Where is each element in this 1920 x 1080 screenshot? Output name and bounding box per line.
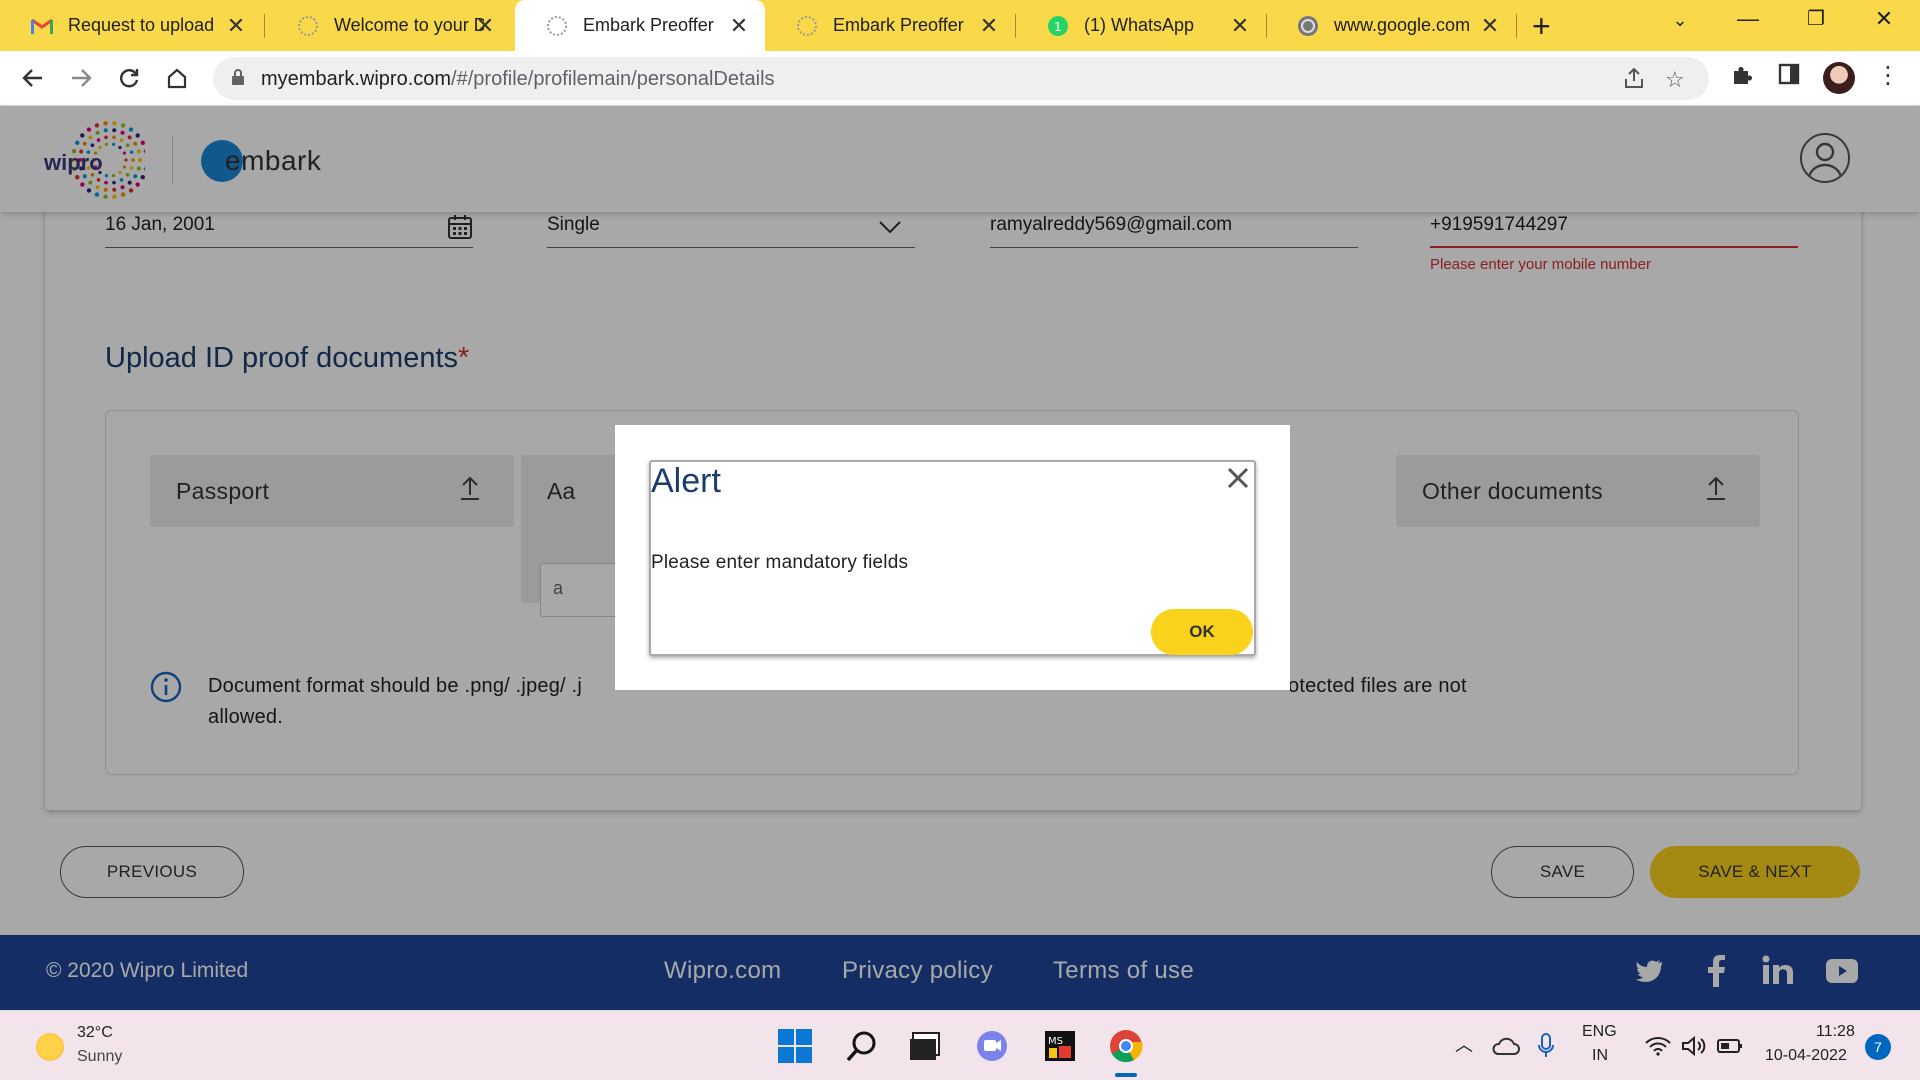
ok-button[interactable]: OK <box>1151 609 1253 655</box>
close-tab-icon[interactable]: ✕ <box>1478 13 1502 39</box>
weather-description[interactable]: Sunny <box>77 1048 122 1066</box>
browser-tab-bar: Request to upload ✕ Welcome to your D ✕ … <box>0 0 1920 51</box>
browser-toolbar: myembark.wipro.com/#/profile/profilemain… <box>0 51 1920 106</box>
svg-text:1: 1 <box>1054 20 1062 34</box>
share-icon[interactable] <box>1623 67 1645 95</box>
search-icon[interactable] <box>842 1026 882 1066</box>
browser-profile-avatar[interactable] <box>1823 62 1855 94</box>
bookmark-star-icon[interactable]: ☆ <box>1665 67 1685 93</box>
tab-title: www.google.com <box>1334 15 1471 35</box>
volume-icon[interactable] <box>1674 1026 1714 1066</box>
url-text: myembark.wipro.com/#/profile/profilemain… <box>261 68 775 90</box>
wipro-favicon <box>795 14 819 38</box>
globe-icon <box>1296 14 1320 38</box>
region-indicator[interactable]: IN <box>1592 1047 1608 1065</box>
close-tab-icon[interactable]: ✕ <box>727 13 751 39</box>
notification-badge[interactable]: 7 <box>1865 1034 1891 1060</box>
wipro-favicon <box>545 14 569 38</box>
tab-embark-preoffer-active[interactable]: Embark Preoffer ✕ <box>515 0 765 51</box>
onedrive-cloud-icon[interactable] <box>1486 1026 1526 1066</box>
tab-google[interactable]: www.google.com ✕ <box>1266 0 1516 51</box>
whatsapp-icon: 1 <box>1046 14 1070 38</box>
sun-weather-icon[interactable] <box>36 1033 64 1061</box>
windows-start-icon[interactable] <box>775 1026 815 1066</box>
alert-message: Please enter mandatory fields <box>651 552 909 573</box>
alert-title: Alert <box>651 462 721 500</box>
side-panel-icon[interactable] <box>1778 63 1800 90</box>
alert-dialog: Alert Please enter mandatory fields OK <box>615 425 1290 690</box>
tab-title: Request to upload <box>68 15 215 35</box>
windows-taskbar: 32°C Sunny MS ︿ ENG IN 11:28 10-04-2022 … <box>0 1010 1920 1080</box>
tab-title: Embark Preoffer <box>833 15 964 35</box>
tab-embark-preoffer[interactable]: Embark Preoffer ✕ <box>765 0 1015 51</box>
tab-search-chevron-icon[interactable]: ⌄ <box>1660 10 1700 31</box>
close-tab-icon[interactable]: ✕ <box>224 13 248 39</box>
tab-welcome[interactable]: Welcome to your D ✕ <box>266 0 511 51</box>
browser-menu-icon[interactable]: ⋮ <box>1876 61 1900 90</box>
forward-button[interactable] <box>64 61 98 95</box>
alert-dialog-body: Alert Please enter mandatory fields OK <box>649 460 1256 656</box>
clock-time[interactable]: 11:28 <box>1816 1023 1855 1041</box>
close-icon[interactable] <box>1224 464 1252 492</box>
tab-title: Welcome to your D <box>334 15 484 35</box>
battery-icon[interactable] <box>1710 1026 1750 1066</box>
lock-icon <box>231 68 245 91</box>
new-tab-button[interactable]: + <box>1532 8 1551 45</box>
active-app-indicator <box>1115 1073 1137 1077</box>
tab-whatsapp[interactable]: 1 (1) WhatsApp ✕ <box>1016 0 1266 51</box>
close-window-button[interactable]: ✕ <box>1864 6 1904 32</box>
tray-chevron-up-icon[interactable]: ︿ <box>1455 1031 1473 1057</box>
svg-text:MS: MS <box>1048 1036 1063 1047</box>
chrome-icon[interactable] <box>1106 1026 1146 1066</box>
close-tab-icon[interactable]: ✕ <box>473 13 497 39</box>
reload-button[interactable] <box>112 61 146 95</box>
tab-title: Embark Preoffer <box>583 15 714 35</box>
close-tab-icon[interactable]: ✕ <box>977 13 1001 39</box>
microphone-icon[interactable] <box>1526 1026 1566 1066</box>
wipro-favicon <box>296 14 320 38</box>
gmail-icon <box>30 14 54 38</box>
back-button[interactable] <box>16 61 50 95</box>
minimize-button[interactable]: — <box>1728 6 1768 32</box>
tab-title: (1) WhatsApp <box>1084 15 1195 35</box>
wifi-icon[interactable] <box>1638 1026 1678 1066</box>
teams-chat-icon[interactable] <box>972 1026 1012 1066</box>
language-indicator[interactable]: ENG <box>1582 1023 1617 1041</box>
app-icon[interactable]: MS <box>1040 1026 1080 1066</box>
extensions-puzzle-icon[interactable] <box>1730 63 1754 92</box>
tab-gmail[interactable]: Request to upload ✕ <box>0 0 262 51</box>
restore-button[interactable]: ❐ <box>1796 6 1836 31</box>
task-view-icon[interactable] <box>905 1026 945 1066</box>
weather-temperature[interactable]: 32°C <box>77 1024 113 1042</box>
home-button[interactable] <box>160 61 194 95</box>
address-bar[interactable]: myembark.wipro.com/#/profile/profilemain… <box>213 57 1709 100</box>
clock-date[interactable]: 10-04-2022 <box>1765 1047 1847 1065</box>
close-tab-icon[interactable]: ✕ <box>1228 13 1252 39</box>
